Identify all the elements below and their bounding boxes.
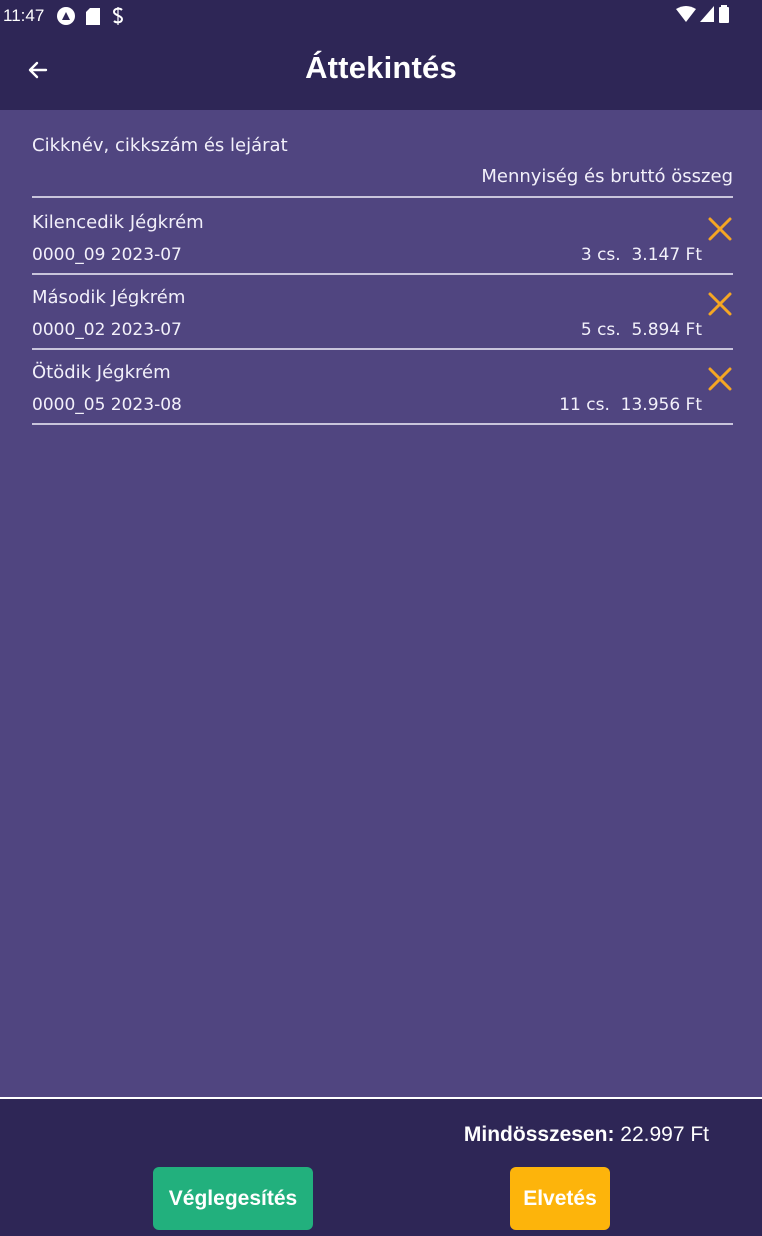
- list-item: Ötödik Jégkrém 0000_05 2023-08 11 cs. 13…: [32, 350, 733, 425]
- item-quantity-amount: 3 cs. 3.147 Ft: [580, 245, 702, 265]
- item-code-expiry: 0000_09 2023-07: [32, 245, 182, 265]
- total-label: Mindösszesen:: [463, 1123, 615, 1146]
- list-item: Második Jégkrém 0000_02 2023-07 5 cs. 5.…: [32, 275, 733, 350]
- footer: Mindösszesen: 22.997 Ft Véglegesítés Elv…: [0, 1099, 762, 1236]
- total-value: 22.997 Ft: [614, 1123, 709, 1146]
- status-icons-left: [57, 7, 125, 25]
- wifi-icon: [676, 6, 696, 22]
- item-name: Ötödik Jégkrém: [32, 362, 171, 383]
- overview-list: Cikknév, cikkszám és lejárat Mennyiség é…: [0, 110, 762, 1098]
- finalize-button[interactable]: Véglegesítés: [153, 1167, 313, 1230]
- item-name: Második Jégkrém: [32, 287, 186, 308]
- list-header: Cikknév, cikkszám és lejárat Mennyiség é…: [32, 110, 733, 198]
- column-header-amount: Mennyiség és bruttó összeg: [481, 166, 733, 187]
- status-icons-right: [676, 5, 730, 23]
- sync-icon: [113, 7, 124, 25]
- status-bar: 11:47: [0, 0, 762, 32]
- list-item: Kilencedik Jégkrém 0000_09 2023-07 3 cs.…: [32, 200, 733, 275]
- item-code-expiry: 0000_05 2023-08: [32, 395, 182, 415]
- item-code-expiry: 0000_02 2023-07: [32, 320, 182, 340]
- assistant-icon: [57, 7, 76, 25]
- close-icon[interactable]: [707, 216, 733, 242]
- close-icon[interactable]: [707, 366, 733, 392]
- item-quantity-amount: 5 cs. 5.894 Ft: [580, 320, 702, 340]
- page-title: Áttekintés: [305, 50, 457, 85]
- total-summary: Mindösszesen: 22.997 Ft: [464, 1123, 709, 1147]
- item-quantity-amount: 11 cs. 13.956 Ft: [559, 395, 702, 415]
- sd-card-icon: [86, 7, 101, 25]
- battery-icon: [719, 5, 729, 23]
- item-name: Kilencedik Jégkrém: [32, 212, 204, 233]
- status-time: 11:47: [3, 6, 45, 25]
- close-icon[interactable]: [707, 291, 733, 317]
- column-header-item: Cikknév, cikkszám és lejárat: [32, 135, 288, 156]
- signal-icon: [700, 6, 714, 22]
- app-bar: Áttekintés: [0, 32, 762, 110]
- discard-button[interactable]: Elvetés: [510, 1167, 610, 1230]
